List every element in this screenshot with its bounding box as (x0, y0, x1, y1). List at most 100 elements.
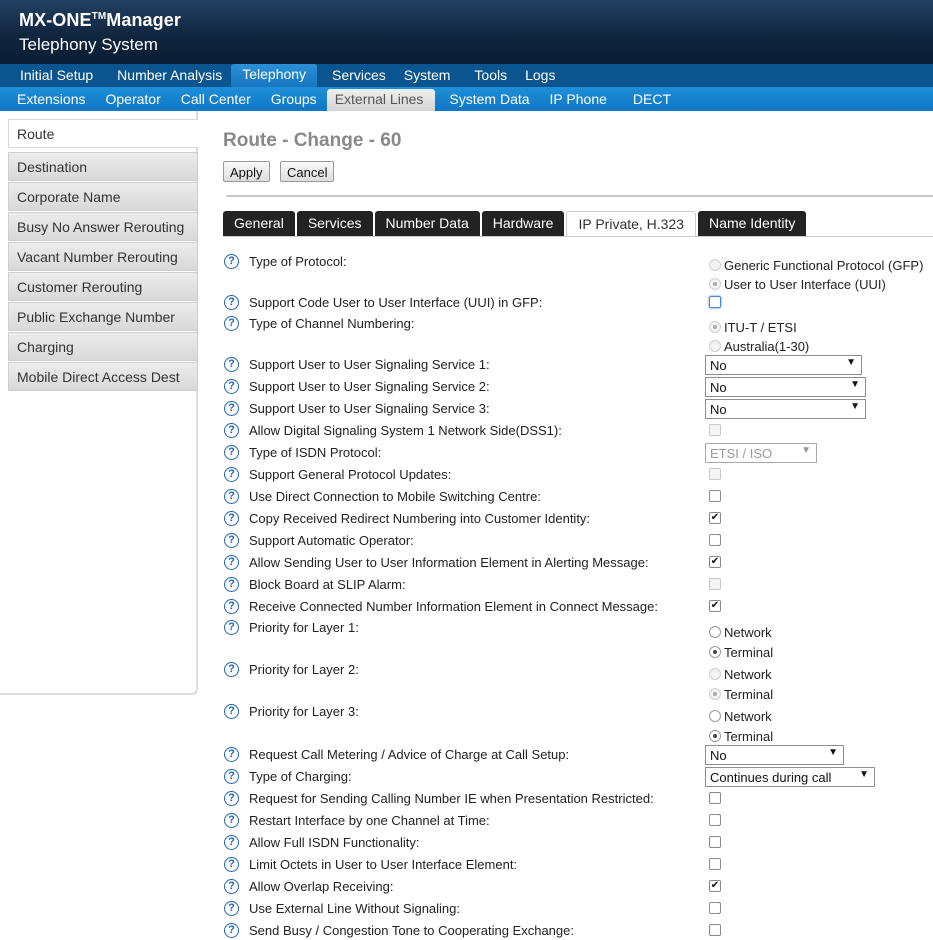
overlap-receiving-checkbox[interactable]: ✔ (709, 880, 721, 892)
sidebar-item-customer-rerouting[interactable]: Customer Rerouting (8, 272, 198, 301)
help-icon[interactable]: ? (224, 901, 239, 916)
nav-initial-setup[interactable]: Initial Setup (11, 64, 102, 87)
help-icon[interactable]: ? (224, 467, 239, 482)
help-icon[interactable]: ? (224, 662, 239, 677)
isdn-protocol-select[interactable]: ETSI / ISO ▼ (705, 443, 817, 463)
sidebar-item-destination[interactable]: Destination (8, 152, 198, 181)
help-icon[interactable]: ? (224, 704, 239, 719)
help-icon[interactable]: ? (224, 835, 239, 850)
tab-hardware[interactable]: Hardware (481, 211, 565, 236)
help-icon[interactable]: ? (224, 254, 239, 269)
help-icon[interactable]: ? (224, 445, 239, 460)
subnav-operator[interactable]: Operator (97, 87, 172, 111)
apply-button[interactable]: Apply (223, 161, 270, 182)
help-icon[interactable]: ? (224, 879, 239, 894)
uuss1-select[interactable]: No ▼ (705, 355, 862, 375)
layer2-terminal-option[interactable]: Terminal (709, 686, 773, 704)
help-icon[interactable]: ? (224, 379, 239, 394)
type-of-charging-select[interactable]: Continues during call ▼ (705, 767, 875, 787)
connected-number-checkbox[interactable]: ✔ (709, 600, 721, 612)
subnav-call-center[interactable]: Call Center (173, 87, 263, 111)
nav-services[interactable]: Services (323, 64, 395, 87)
help-icon[interactable]: ? (224, 769, 239, 784)
uui-alerting-checkbox[interactable]: ✔ (709, 556, 721, 568)
sidebar-item-route[interactable]: Route (8, 119, 198, 148)
tab-name-identity[interactable]: Name Identity (698, 211, 807, 236)
tab-general[interactable]: General (223, 211, 295, 236)
auto-operator-checkbox[interactable] (709, 534, 721, 546)
nav-system[interactable]: System (395, 64, 460, 87)
sidebar-item-vacant-number-rerouting[interactable]: Vacant Number Rerouting (8, 242, 198, 271)
help-icon[interactable]: ? (224, 747, 239, 762)
restart-interface-checkbox[interactable] (709, 814, 721, 826)
subnav-external-lines[interactable]: External Lines (326, 89, 436, 111)
radio-button[interactable] (709, 688, 721, 700)
help-icon[interactable]: ? (224, 813, 239, 828)
radio-button[interactable] (709, 321, 721, 333)
subnav-dect[interactable]: DECT (625, 87, 683, 111)
subnav-groups[interactable]: Groups (263, 87, 327, 111)
help-icon[interactable]: ? (224, 923, 239, 938)
help-icon[interactable]: ? (224, 791, 239, 806)
sidebar-item-public-exchange-number[interactable]: Public Exchange Number (8, 302, 198, 331)
dss1-checkbox[interactable] (709, 424, 721, 436)
tab-ip-private-h323[interactable]: IP Private, H.323 (566, 211, 697, 237)
nav-logs[interactable]: Logs (516, 64, 564, 87)
help-icon[interactable]: ? (224, 533, 239, 548)
sidebar-item-charging[interactable]: Charging (8, 332, 198, 361)
help-icon[interactable]: ? (224, 857, 239, 872)
limit-octets-checkbox[interactable] (709, 858, 721, 870)
radio-button[interactable] (709, 259, 721, 271)
help-icon[interactable]: ? (224, 577, 239, 592)
protocol-gfp-option[interactable]: Generic Functional Protocol (GFP) (709, 257, 923, 275)
subnav-ip-phone[interactable]: IP Phone (542, 87, 625, 111)
cancel-button[interactable]: Cancel (280, 161, 335, 182)
help-icon[interactable]: ? (224, 357, 239, 372)
help-icon[interactable]: ? (224, 295, 239, 310)
call-metering-select[interactable]: No ▼ (705, 745, 844, 765)
sidebar-item-mobile-direct-access-dest[interactable]: Mobile Direct Access Dest (8, 362, 198, 391)
radio-button[interactable] (709, 730, 721, 742)
copy-redirect-checkbox[interactable]: ✔ (709, 512, 721, 524)
radio-button[interactable] (709, 646, 721, 658)
tab-services[interactable]: Services (296, 211, 373, 236)
layer1-terminal-option[interactable]: Terminal (709, 644, 773, 662)
radio-button[interactable] (709, 626, 721, 638)
sidebar-item-busy-no-answer-rerouting[interactable]: Busy No Answer Rerouting (8, 212, 198, 241)
layer3-network-option[interactable]: Network (709, 708, 772, 726)
protocol-uui-option[interactable]: User to User Interface (UUI) (709, 276, 886, 294)
nav-number-analysis[interactable]: Number Analysis (108, 64, 231, 87)
layer1-network-option[interactable]: Network (709, 624, 772, 642)
uuss2-select[interactable]: No ▼ (705, 377, 866, 397)
help-icon[interactable]: ? (224, 423, 239, 438)
help-icon[interactable]: ? (224, 401, 239, 416)
subnav-extensions[interactable]: Extensions (9, 87, 97, 111)
help-icon[interactable]: ? (224, 555, 239, 570)
block-slip-checkbox[interactable] (709, 578, 721, 590)
radio-button[interactable] (709, 710, 721, 722)
help-icon[interactable]: ? (224, 599, 239, 614)
support-uui-gfp-checkbox[interactable] (709, 296, 721, 308)
nav-tools[interactable]: Tools (465, 64, 516, 87)
general-protocol-updates-checkbox[interactable] (709, 468, 721, 480)
tab-number-data[interactable]: Number Data (374, 211, 480, 236)
help-icon[interactable]: ? (224, 316, 239, 331)
layer3-terminal-option[interactable]: Terminal (709, 728, 773, 746)
sidebar-item-corporate-name[interactable]: Corporate Name (8, 182, 198, 211)
radio-button[interactable] (709, 278, 721, 290)
layer2-network-option[interactable]: Network (709, 666, 772, 684)
full-isdn-checkbox[interactable] (709, 836, 721, 848)
uuss3-select[interactable]: No ▼ (705, 399, 866, 419)
calling-number-ie-checkbox[interactable] (709, 792, 721, 804)
busy-congestion-checkbox[interactable] (709, 924, 721, 936)
nav-telephony[interactable]: Telephony (231, 64, 318, 87)
radio-button[interactable] (709, 340, 721, 352)
channel-itu-option[interactable]: ITU-T / ETSI (709, 319, 797, 337)
subnav-system-data[interactable]: System Data (441, 87, 541, 111)
help-icon[interactable]: ? (224, 511, 239, 526)
radio-button[interactable] (709, 668, 721, 680)
external-line-no-sig-checkbox[interactable] (709, 902, 721, 914)
help-icon[interactable]: ? (224, 620, 239, 635)
help-icon[interactable]: ? (224, 489, 239, 504)
channel-australia-option[interactable]: Australia(1-30) (709, 338, 809, 356)
